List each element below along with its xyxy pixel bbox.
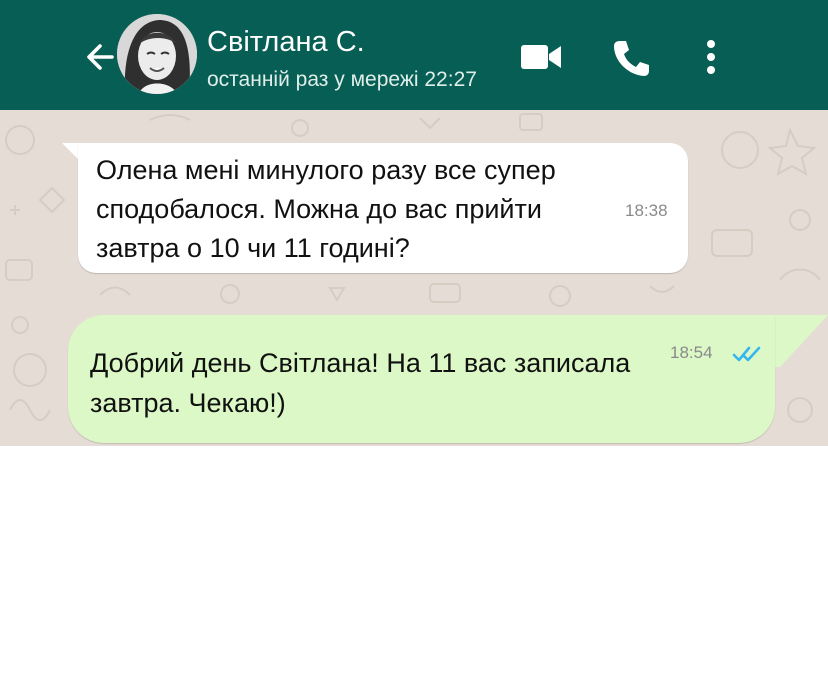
last-seen-status: останній раз у мережі 22:27 (207, 68, 477, 91)
chat-header: Світлана С. останній раз у мережі 22:27 (0, 0, 828, 110)
incoming-message-bubble[interactable]: Олена мені минулого разу все супер сподо… (78, 143, 688, 273)
more-options-icon[interactable] (700, 38, 722, 76)
incoming-message-text: Олена мені минулого разу все супер сподо… (96, 155, 556, 263)
contact-name[interactable]: Світлана С. (207, 26, 365, 58)
avatar-photo (117, 14, 197, 94)
outgoing-bubble-tail (770, 315, 828, 367)
double-check-icon (732, 346, 761, 362)
avatar[interactable] (117, 14, 197, 94)
back-arrow-icon[interactable] (82, 38, 120, 76)
incoming-message-time: 18:38 (625, 201, 668, 220)
outgoing-message-bubble[interactable]: Добрий день Світлана! На 11 вас записала… (68, 315, 775, 443)
chat-area[interactable]: Олена мені минулого разу все супер сподо… (0, 110, 828, 446)
outgoing-message-time: 18:54 (670, 343, 713, 362)
video-call-icon[interactable] (520, 42, 562, 72)
phone-icon[interactable] (611, 38, 651, 78)
outgoing-message-text: Добрий день Світлана! На 11 вас записала… (90, 348, 631, 418)
